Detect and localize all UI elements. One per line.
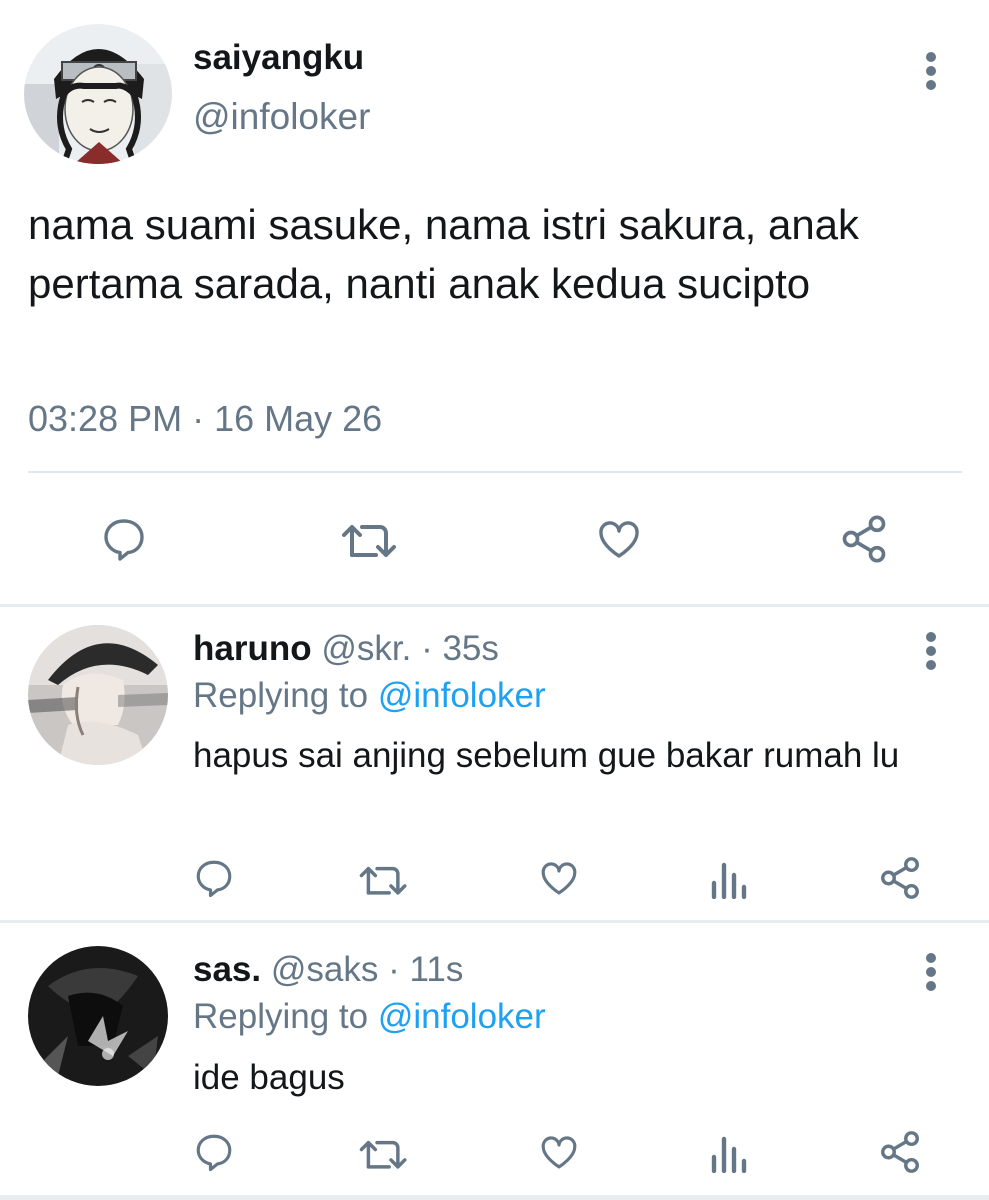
reply-header: sas. @saks · 11s xyxy=(193,950,463,990)
reply-icon[interactable] xyxy=(100,515,148,563)
reply-text: ide bagus xyxy=(193,1058,345,1097)
separator-dot: · xyxy=(421,629,433,668)
analytics-icon[interactable] xyxy=(708,857,748,899)
more-options-icon[interactable] xyxy=(924,52,938,92)
reply-handle[interactable]: @skr. xyxy=(321,629,411,668)
reply-header: haruno @skr. · 35s xyxy=(193,629,499,669)
replying-to-line: Replying to @infoloker xyxy=(193,676,546,716)
analytics-icon[interactable] xyxy=(708,1131,748,1173)
tweet-timestamp: 03:28 PM · 16 May 26 xyxy=(28,398,383,439)
reply-display-name[interactable]: sas. xyxy=(193,950,261,989)
tweet-text: nama suami sasuke, nama istri sakura, an… xyxy=(28,201,860,307)
retweet-icon[interactable] xyxy=(340,515,400,563)
reply-display-name[interactable]: haruno xyxy=(193,629,312,668)
section-divider xyxy=(0,1195,989,1200)
replying-to-mention[interactable]: @infoloker xyxy=(378,676,546,715)
more-options-icon[interactable] xyxy=(924,632,938,672)
like-icon[interactable] xyxy=(537,857,581,899)
replying-to-label: Replying to xyxy=(193,676,369,715)
share-icon[interactable] xyxy=(877,855,923,901)
author-display-name[interactable]: saiyangku xyxy=(193,38,364,78)
replying-to-mention[interactable]: @infoloker xyxy=(378,997,546,1036)
retweet-icon[interactable] xyxy=(358,1132,410,1174)
share-icon[interactable] xyxy=(838,513,890,565)
divider xyxy=(28,471,962,473)
retweet-icon[interactable] xyxy=(358,858,410,900)
replying-to-line: Replying to @infoloker xyxy=(193,997,546,1037)
reply-time: 11s xyxy=(409,950,464,989)
reply-handle[interactable]: @saks xyxy=(271,950,379,989)
share-icon[interactable] xyxy=(877,1129,923,1175)
reply-icon[interactable] xyxy=(193,1131,235,1173)
reply-text: hapus sai anjing sebelum gue bakar rumah… xyxy=(193,736,900,775)
author-avatar[interactable] xyxy=(24,24,172,164)
reply-avatar[interactable] xyxy=(28,625,168,765)
reply-time: 35s xyxy=(442,629,499,668)
reply-avatar[interactable] xyxy=(28,946,168,1086)
author-handle[interactable]: @infoloker xyxy=(193,96,370,138)
like-icon[interactable] xyxy=(594,515,644,563)
more-options-icon[interactable] xyxy=(924,953,938,993)
replying-to-label: Replying to xyxy=(193,997,369,1036)
separator-dot: · xyxy=(388,950,400,989)
section-divider xyxy=(0,604,989,607)
section-divider xyxy=(0,920,989,923)
like-icon[interactable] xyxy=(537,1131,581,1173)
reply-icon[interactable] xyxy=(193,857,235,899)
